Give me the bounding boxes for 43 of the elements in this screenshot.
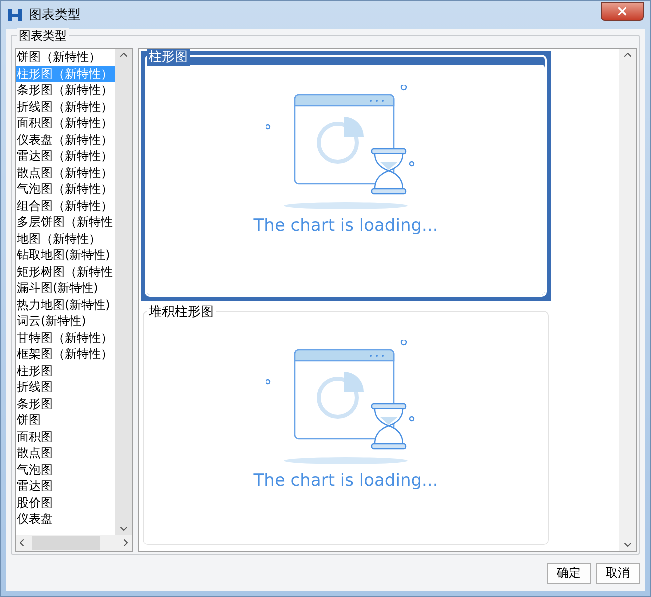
vertical-scrollbar[interactable] [619,49,636,551]
app-logo-icon [7,7,23,23]
chart-type-item[interactable]: 饼图 [16,412,115,428]
chart-type-item[interactable]: 词云(新特性) [16,313,115,330]
chart-type-item[interactable]: 饼图（新特性） [16,49,115,66]
chart-type-item[interactable]: 条形图 [16,396,115,412]
chart-type-item[interactable]: 折线图 [16,379,115,396]
chart-type-item[interactable]: 散点图 [16,445,115,462]
chart-type-item[interactable]: 仪表盘（新特性） [16,132,115,148]
chart-type-item[interactable]: 组合图（新特性） [16,198,115,214]
chart-type-item[interactable]: 地图（新特性） [16,230,115,247]
chart-type-item[interactable]: 散点图（新特性） [16,164,115,181]
chart-type-item[interactable]: 漏斗图(新特性) [16,280,115,296]
close-icon [616,4,629,18]
chart-type-item[interactable]: 甘特图（新特性） [16,330,115,346]
card-title: 柱形图 [147,49,190,66]
chart-type-item[interactable]: 多层饼图（新特性 [16,214,115,230]
dialog-button[interactable]: 确定 [547,562,591,584]
chart-type-item[interactable]: 气泡图 [16,462,115,478]
horizontal-scrollbar[interactable] [16,535,132,551]
chart-type-item[interactable]: 雷达图 [16,478,115,494]
chart-preview-card[interactable]: The chart is loading... 柱形图 [141,51,551,301]
chart-type-item[interactable]: 仪表盘 [16,511,115,528]
chart-type-item[interactable]: 气泡图（新特性） [16,181,115,198]
chart-type-item[interactable]: 钻取地图(新特性) [16,247,115,264]
chart-type-item[interactable]: 框架图（新特性） [16,346,115,362]
chart-type-item[interactable]: 雷达图（新特性） [16,148,115,164]
chart-type-item[interactable]: 热力地图(新特性) [16,296,115,313]
chart-type-item[interactable]: 矩形树图（新特性 [16,264,115,280]
chart-type-item[interactable]: 面积图（新特性） [16,115,115,132]
vertical-scrollbar[interactable] [115,49,132,535]
loading-message: The chart is loading... [254,471,438,491]
chart-type-item[interactable]: 折线图（新特性） [16,98,115,115]
chart-type-item[interactable]: 股价图 [16,494,115,511]
close-button[interactable] [601,2,644,20]
chart-type-item[interactable]: 条形图（新特性） [16,82,115,98]
window-title: 图表类型 [29,7,82,24]
dialog-button[interactable]: 取消 [596,562,640,584]
chart-type-item[interactable]: 柱形图 [16,362,115,379]
loading-message: The chart is loading... [254,216,438,236]
card-title: 堆积柱形图 [147,303,216,321]
group-label: 图表类型 [17,28,69,45]
chart-type-item[interactable]: 面积图 [16,428,115,445]
